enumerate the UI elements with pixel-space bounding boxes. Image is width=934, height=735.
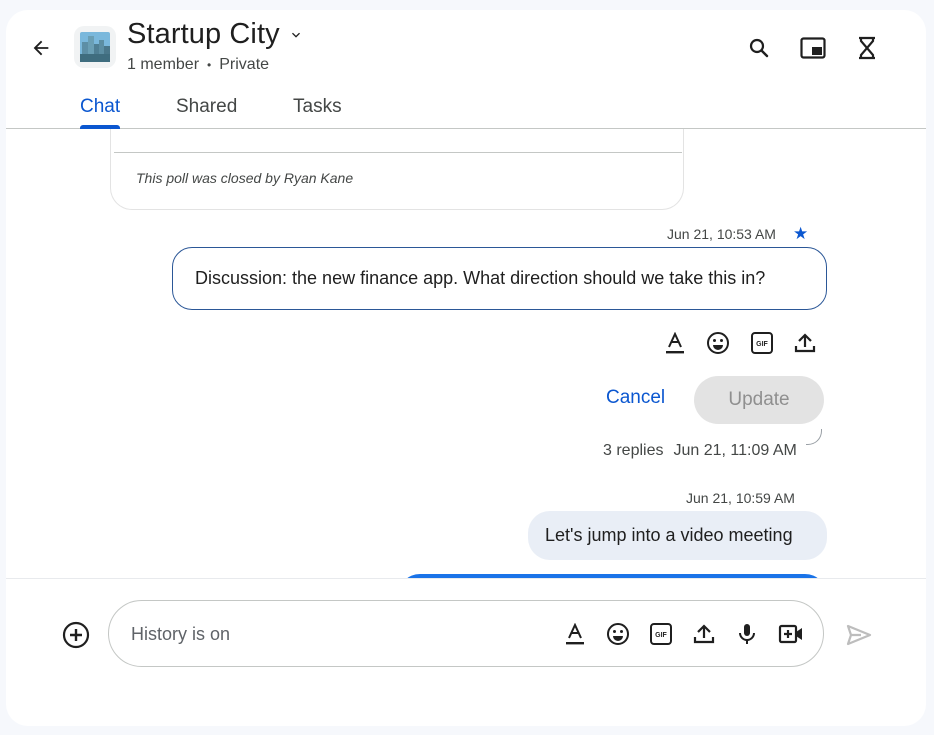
back-arrow-icon [33,40,49,56]
thread-connector [806,429,822,445]
picture-in-picture-icon [800,37,826,59]
message-bubble[interactable]: Let's jump into a video meeting [528,511,827,560]
emoji-icon [607,623,629,645]
video-call-icon [778,624,802,644]
chevron-down-icon [291,32,300,38]
format-text-button[interactable] [663,331,687,355]
edit-message-field[interactable]: Discussion: the new finance app. What di… [172,247,827,310]
update-button-label: Update [728,389,790,410]
chat-window: Startup City 1 member • Private Chat Sha… [6,10,926,726]
upload-icon [693,624,715,644]
back-button[interactable] [28,35,54,61]
message-composer: GIF [108,600,824,667]
replies-count: 3 replies [603,442,664,459]
city-skyline-icon [80,32,110,62]
poll-closed-text: This poll was closed by Ryan Kane [136,170,354,186]
upload-button[interactable] [691,621,717,647]
pop-out-button[interactable] [799,34,827,62]
send-icon [846,624,872,646]
message-input[interactable] [131,619,531,649]
space-title-dropdown[interactable]: Startup City [127,18,304,51]
tab-bar: Chat Shared Tasks [6,92,926,129]
composer-divider [6,578,926,579]
format-text-icon [566,623,584,645]
space-avatar [74,26,116,68]
threads-icon [859,36,875,60]
meta-separator: • [207,58,212,72]
message-list[interactable]: This poll was closed by Ryan Kane Jun 21… [6,129,926,579]
format-text-icon [666,332,684,354]
member-count: 1 member [127,56,200,73]
send-button[interactable] [844,621,874,649]
replies-timestamp: Jun 21, 11:09 AM [673,442,797,459]
space-name: Startup City [127,18,280,50]
poll-card: This poll was closed by Ryan Kane [110,129,684,210]
visibility-label: Private [219,56,270,73]
microphone-icon [739,624,755,644]
cancel-button[interactable]: Cancel [606,387,665,409]
thread-replies-link[interactable]: 3 replies Jun 21, 11:09 AM [603,442,797,460]
emoji-button[interactable] [605,621,631,647]
gif-button[interactable]: GIF [750,331,774,355]
poll-divider [114,152,682,153]
gif-icon: GIF [650,623,672,645]
emoji-icon [707,332,729,354]
search-button[interactable] [745,34,773,62]
search-icon [749,38,769,58]
space-meta: 1 member • Private [127,56,269,74]
gif-button[interactable]: GIF [648,621,674,647]
svg-text:GIF: GIF [756,341,768,348]
format-text-button[interactable] [562,621,588,647]
edit-message-text: Discussion: the new finance app. What di… [195,268,766,288]
update-button[interactable]: Update [694,376,824,424]
upload-icon [794,333,816,353]
voice-message-button[interactable] [734,621,760,647]
add-attachment-button[interactable] [62,621,90,649]
star-icon[interactable]: ★ [793,224,808,244]
message-timestamp: Jun 21, 10:59 AM [686,490,795,506]
tab-tasks[interactable]: Tasks [293,96,342,118]
tab-chat[interactable]: Chat [80,96,120,118]
tab-shared[interactable]: Shared [176,96,237,118]
add-circle-icon [62,621,90,649]
gif-icon: GIF [751,332,773,354]
video-call-button[interactable] [778,621,804,647]
emoji-button[interactable] [706,331,730,355]
upload-button[interactable] [793,331,817,355]
svg-text:GIF: GIF [655,632,667,639]
message-text: Let's jump into a video meeting [545,525,793,545]
threads-button[interactable] [853,34,881,62]
message-timestamp: Jun 21, 10:53 AM [667,226,776,242]
